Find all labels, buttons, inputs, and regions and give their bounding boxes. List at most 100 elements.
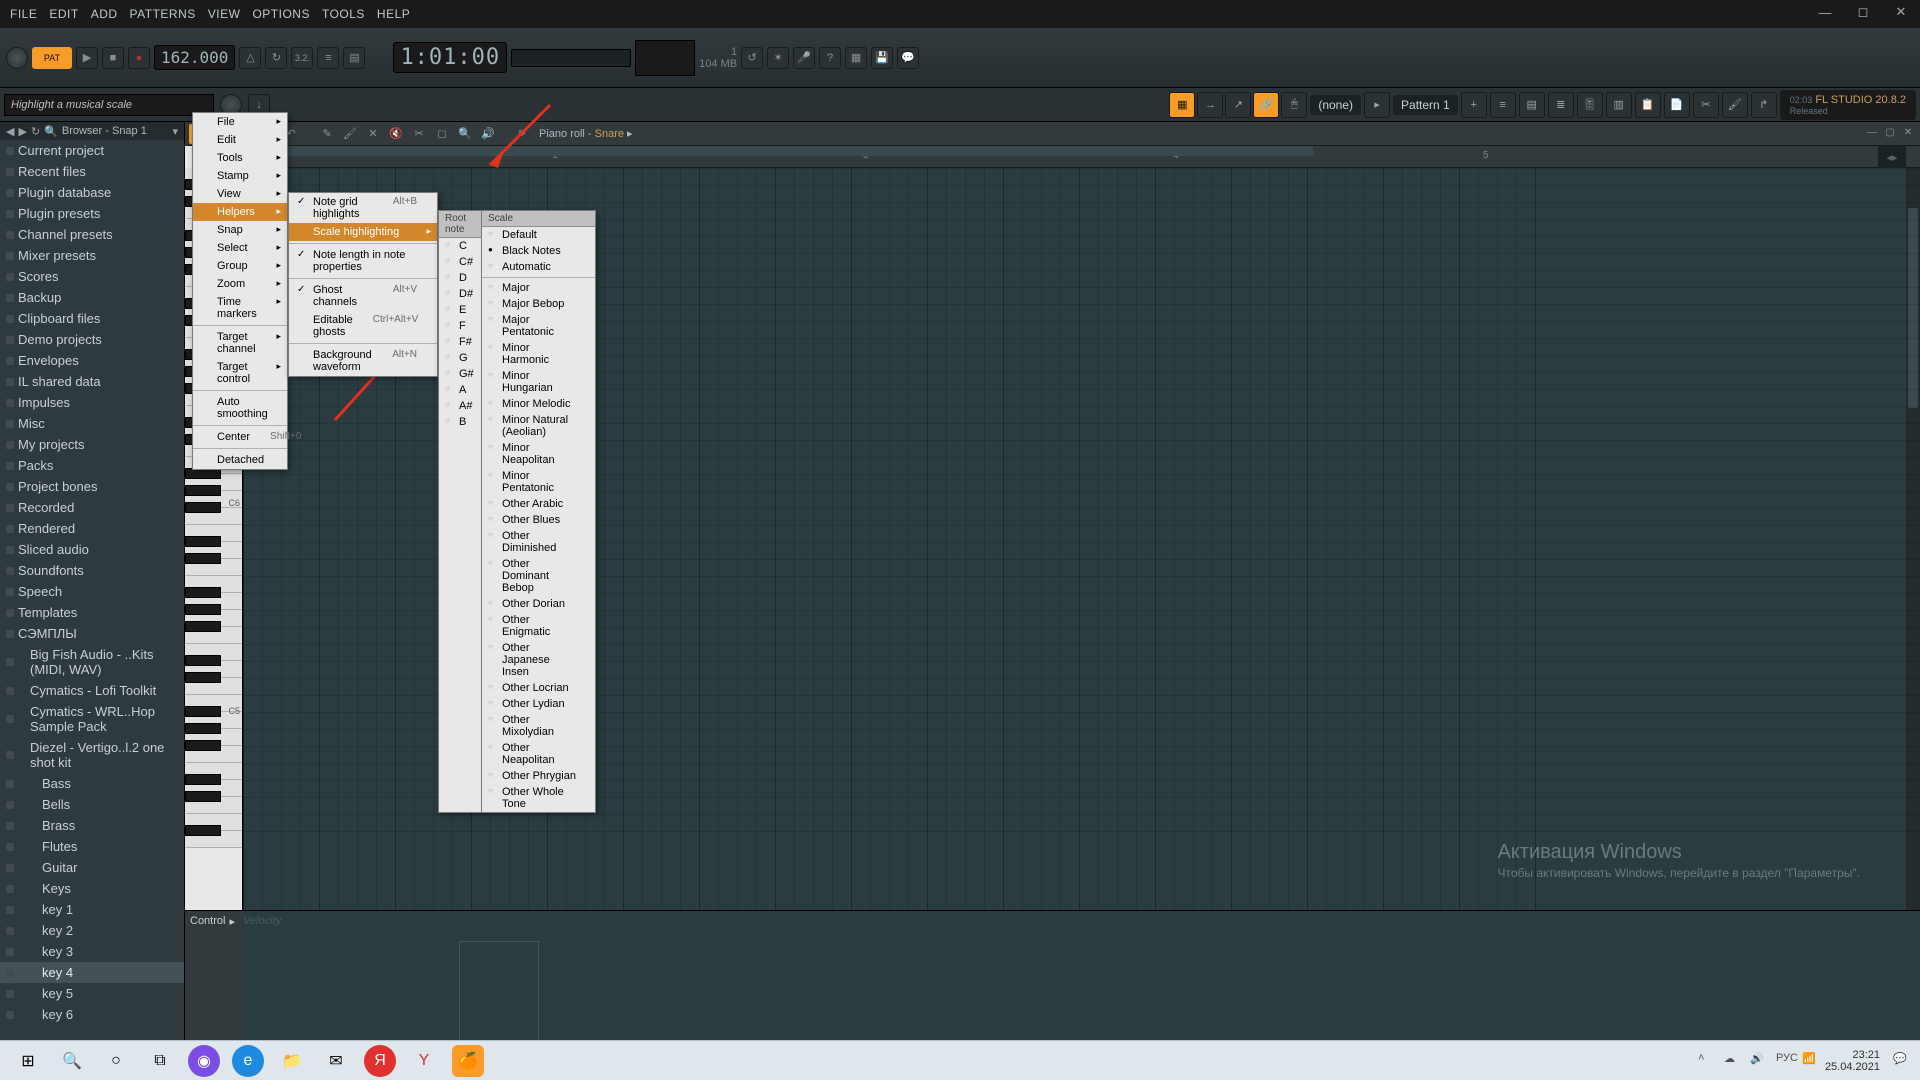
taskbar-clock[interactable]: 23:21 25.04.2021 [1825, 1049, 1888, 1073]
pr-close-icon[interactable]: ✕ [1900, 124, 1916, 140]
menu-add[interactable]: ADD [85, 7, 124, 21]
browser-item[interactable]: Recorded [0, 497, 184, 518]
browser-item[interactable]: IL shared data [0, 371, 184, 392]
browser-item[interactable]: key 1 [0, 899, 184, 920]
scale-option[interactable]: Other Neapolitan [482, 740, 595, 768]
menu-item[interactable]: Ghost channelsAlt+V [289, 281, 437, 311]
redo-icon[interactable]: ↱ [1751, 92, 1777, 118]
maximize-button[interactable]: ◻ [1844, 0, 1882, 24]
tool-knife-icon[interactable]: ✂ [1693, 92, 1719, 118]
stop-button[interactable]: ■ [102, 47, 124, 69]
menu-file[interactable]: FILE [4, 7, 43, 21]
copy-icon[interactable]: 📋 [1635, 92, 1661, 118]
scale-option[interactable]: Other Enigmatic [482, 612, 595, 640]
browser-item[interactable]: Speech [0, 581, 184, 602]
countdown-icon[interactable]: ↻ [265, 47, 287, 69]
menu-item[interactable]: Target control [193, 358, 287, 388]
pr-tool-select-icon[interactable]: ◻ [432, 124, 452, 144]
view-playlist-icon[interactable]: ▦ [1169, 92, 1195, 118]
browser-item[interactable]: Mixer presets [0, 245, 184, 266]
panel-pianoroll-icon[interactable]: ≣ [1548, 92, 1574, 118]
tool-paint-icon[interactable]: 🖌 [1722, 92, 1748, 118]
pr-maximize-icon[interactable]: ▢ [1882, 124, 1898, 140]
feedback-icon[interactable]: 💬 [897, 47, 919, 69]
pr-tool-paint-icon[interactable]: 🖌 [340, 124, 360, 144]
scale-option[interactable]: Minor Neapolitan [482, 440, 595, 468]
browser-forward-icon[interactable]: ▶ [18, 125, 26, 138]
scale-highlighting-submenu[interactable]: Root note CC#DD#EFF#GG#AA#B Scale Defaul… [438, 210, 596, 813]
metronome-icon[interactable]: △ [239, 47, 261, 69]
menu-item[interactable]: Tools [193, 149, 287, 167]
taskbar-search-icon[interactable]: 🔍 [56, 1045, 88, 1077]
tray-overflow-icon[interactable]: ˄ [1698, 1052, 1716, 1070]
menu-item[interactable]: Zoom [193, 275, 287, 293]
menu-item[interactable]: Detached [193, 451, 287, 469]
main-volume-knob[interactable] [6, 47, 28, 69]
menu-item[interactable]: Helpers [193, 203, 287, 221]
browser-item[interactable]: Cymatics - WRL..Hop Sample Pack [0, 701, 184, 737]
browser-item[interactable]: Envelopes [0, 350, 184, 371]
grid-scrollbar-thumb[interactable] [1908, 208, 1918, 408]
browser-item[interactable]: Packs [0, 455, 184, 476]
play-button[interactable]: ▶ [76, 47, 98, 69]
menu-item[interactable]: Background waveformAlt+N [289, 346, 437, 376]
root-note-option[interactable]: C [439, 238, 481, 254]
browser-item[interactable]: Keys [0, 878, 184, 899]
panel-browser-icon[interactable]: ▥ [1606, 92, 1632, 118]
scale-option[interactable]: Minor Harmonic [482, 340, 595, 368]
helpers-submenu[interactable]: Note grid highlightsAlt+BScale highlight… [288, 192, 438, 377]
windows-taskbar[interactable]: ⊞ 🔍 ○ ⧉ ◉ e 📁 ✉ Я Y 🍊 ˄ ☁ 🔊 РУС 📶 23:21 … [0, 1040, 1920, 1080]
scale-option[interactable]: Other Arabic [482, 496, 595, 512]
menu-tools[interactable]: TOOLS [316, 7, 371, 21]
menu-item[interactable]: Snap [193, 221, 287, 239]
song-position-display[interactable]: 1:01:00 [393, 42, 507, 73]
scale-option[interactable]: Other Locrian [482, 680, 595, 696]
minimize-button[interactable]: — [1806, 0, 1844, 24]
browser-item[interactable]: key 3 [0, 941, 184, 962]
browser-item[interactable]: Project bones [0, 476, 184, 497]
menu-item[interactable]: View [193, 185, 287, 203]
menu-item[interactable]: Target channel [193, 328, 287, 358]
undo-history-icon[interactable]: ↺ [741, 47, 763, 69]
root-note-option[interactable]: G [439, 350, 481, 366]
velocity-bar[interactable] [459, 941, 539, 1041]
start-button[interactable]: ⊞ [12, 1045, 44, 1077]
browser-item[interactable]: Soundfonts [0, 560, 184, 581]
browser-item[interactable]: Bells [0, 794, 184, 815]
pr-options-menu[interactable]: FileEditToolsStampViewHelpersSnapSelectG… [192, 112, 288, 470]
timeline-scrollbar[interactable] [243, 146, 1313, 156]
grid-scrollbar-v[interactable] [1906, 168, 1920, 910]
taskbar-explorer-icon[interactable]: 📁 [276, 1045, 308, 1077]
scale-option[interactable]: Major [482, 280, 595, 296]
tray-language-indicator[interactable]: РУС [1776, 1052, 1794, 1070]
tray-volume-icon[interactable]: 🔊 [1750, 1052, 1768, 1070]
menu-item[interactable]: Note length in note properties [289, 246, 437, 276]
view-tool-icon[interactable]: ↗ [1225, 92, 1251, 118]
menu-edit[interactable]: EDIT [43, 7, 84, 21]
menu-view[interactable]: VIEW [202, 7, 247, 21]
browser-item[interactable]: My projects [0, 434, 184, 455]
browser-item[interactable]: Recent files [0, 161, 184, 182]
menu-item[interactable]: Editable ghostsCtrl+Alt+V [289, 311, 437, 341]
tempo-display[interactable]: 162.000 [154, 45, 235, 70]
paste-icon[interactable]: 📄 [1664, 92, 1690, 118]
browser-item[interactable]: СЭМПЛЫ [0, 623, 184, 644]
song-position-slider[interactable] [511, 49, 631, 67]
root-note-option[interactable]: F# [439, 334, 481, 350]
scale-option[interactable]: Automatic [482, 259, 595, 275]
control-lane-label[interactable]: Control [190, 915, 225, 927]
scale-option[interactable]: Major Pentatonic [482, 312, 595, 340]
pr-tool-delete-icon[interactable]: ✕ [363, 124, 383, 144]
scale-option[interactable]: Default [482, 227, 595, 243]
menu-item[interactable]: File [193, 113, 287, 131]
tray-onedrive-icon[interactable]: ☁ [1724, 1052, 1742, 1070]
browser-item[interactable]: Plugin database [0, 182, 184, 203]
scale-option[interactable]: Other Japanese Insen [482, 640, 595, 680]
scale-option[interactable]: Other Whole Tone [482, 784, 595, 812]
menu-help[interactable]: HELP [371, 7, 416, 21]
pr-tool-slice-icon[interactable]: ✂ [409, 124, 429, 144]
browser-item[interactable]: key 5 [0, 983, 184, 1004]
menu-item[interactable]: Scale highlighting [289, 223, 437, 241]
close-button[interactable]: ✕ [1882, 0, 1920, 24]
scale-option[interactable]: Black Notes [482, 243, 595, 259]
